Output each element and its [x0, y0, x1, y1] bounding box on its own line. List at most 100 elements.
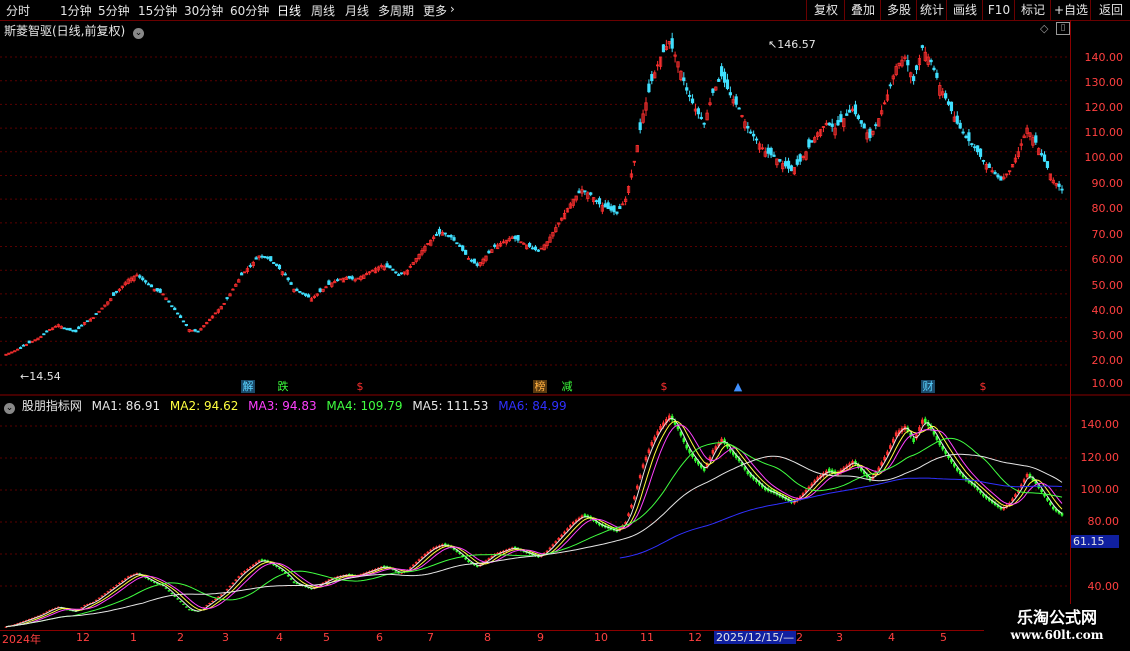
indicator-bar	[641, 464, 645, 468]
period-tab-more[interactable]: 更多	[423, 2, 447, 19]
candle-body	[609, 206, 613, 211]
candle-body	[434, 233, 439, 236]
candle-body	[449, 235, 453, 238]
period-tab-multi[interactable]: 多周期	[378, 2, 414, 19]
event-marker-drop[interactable]: 跌	[276, 380, 290, 393]
add-watchlist-button[interactable]: +自选	[1050, 0, 1091, 20]
indicator-bar	[225, 589, 229, 591]
time-tick: 1	[130, 631, 137, 644]
event-marker-unlock[interactable]: 解	[241, 380, 255, 393]
price-tick: 100.00	[1084, 151, 1124, 164]
f10-button[interactable]: F10	[982, 0, 1015, 20]
event-marker-reduce[interactable]: 减	[560, 380, 574, 393]
candle-body	[42, 333, 46, 336]
candle-body	[286, 277, 290, 281]
period-tab-30min[interactable]: 30分钟	[184, 2, 223, 19]
adjust-button[interactable]: 复权	[806, 0, 845, 20]
period-tab-60min[interactable]: 60分钟	[230, 2, 269, 19]
candle-body	[978, 148, 983, 157]
event-marker-finance[interactable]: 财	[921, 380, 935, 393]
low-price-label: ←14.54	[20, 370, 61, 383]
draw-line-button[interactable]: 画线	[946, 0, 983, 20]
overlay-button[interactable]: 叠加	[844, 0, 881, 20]
indicator-chart[interactable]	[0, 396, 1130, 630]
candle-body	[696, 108, 700, 115]
candle-body	[74, 329, 78, 333]
period-tab-weekly[interactable]: 周线	[311, 2, 335, 19]
price-tick: 140.00	[1084, 51, 1124, 64]
candle-body	[685, 87, 689, 91]
indicator-bar	[644, 456, 648, 461]
event-marker-up[interactable]: ▲	[731, 380, 745, 393]
stats-button[interactable]: 统计	[916, 0, 947, 20]
indicator-bar	[214, 598, 217, 600]
event-marker-list[interactable]: 榜	[533, 380, 547, 393]
event-marker-dividend[interactable]: $	[657, 380, 671, 393]
candle-body	[769, 147, 773, 156]
candle-body	[85, 320, 90, 323]
event-marker-dividend[interactable]: $	[353, 380, 367, 393]
candle-body	[536, 249, 540, 252]
candle-body	[301, 292, 305, 295]
main-price-chart[interactable]	[0, 20, 1130, 396]
period-tab-5min[interactable]: 5分钟	[98, 2, 130, 19]
candle-body	[144, 280, 148, 283]
watermark: 乐淘公式网 www.60lt.com	[984, 604, 1130, 650]
multi-stock-button[interactable]: 多股	[880, 0, 917, 20]
candle-body	[830, 123, 834, 127]
time-tick: 7	[427, 631, 434, 644]
candle-body	[1034, 135, 1038, 143]
candle-body	[112, 292, 116, 296]
candle-body	[682, 77, 686, 82]
indicator-bar	[286, 575, 290, 577]
candle-body	[789, 165, 794, 172]
indicator-axis: 140.00 120.00 100.00 80.00 61.15 40.00	[1070, 396, 1130, 630]
candle-body	[240, 272, 244, 276]
chevron-right-icon[interactable]: ›	[450, 2, 455, 16]
candle-body	[606, 202, 610, 210]
candle-body	[615, 211, 619, 214]
indicator-tick: 40.00	[1087, 580, 1120, 593]
candle-body	[266, 256, 270, 259]
candle-body	[173, 307, 177, 311]
candle-body	[391, 268, 395, 271]
price-tick: 50.00	[1091, 279, 1124, 292]
candle-body	[141, 277, 145, 281]
candle-body	[688, 94, 692, 97]
candle-body	[856, 115, 860, 119]
candle-body	[932, 67, 936, 71]
candle-body	[193, 329, 197, 332]
price-tick: 120.00	[1084, 101, 1124, 114]
candle-body	[754, 138, 759, 141]
candle-body	[437, 228, 442, 235]
candle-body	[516, 234, 520, 241]
candle-body	[970, 143, 974, 146]
candle-body	[289, 282, 293, 285]
back-button[interactable]: 返回	[1090, 0, 1130, 20]
candle-body	[720, 66, 724, 77]
candle-body	[944, 93, 948, 99]
candle-body	[45, 330, 49, 333]
candle-body	[702, 122, 706, 125]
price-tick: 110.00	[1084, 126, 1124, 139]
candle-body	[327, 280, 331, 285]
period-tab-15min[interactable]: 15分钟	[138, 2, 177, 19]
period-tab-intraday[interactable]: 分时	[6, 2, 30, 19]
candle-body	[455, 242, 459, 245]
candle-body	[394, 271, 398, 274]
event-marker-dividend[interactable]: $	[976, 380, 990, 393]
period-tab-monthly[interactable]: 月线	[345, 2, 369, 19]
candle-body	[737, 107, 741, 110]
indicator-bar	[1060, 513, 1064, 516]
time-tick: 5	[940, 631, 947, 644]
candle-body	[155, 288, 159, 292]
candle-body	[999, 176, 1003, 181]
mark-button[interactable]: 标记	[1014, 0, 1051, 20]
time-tick: 12	[76, 631, 90, 644]
period-tab-daily[interactable]: 日线	[277, 2, 301, 19]
candle-body	[68, 327, 72, 331]
period-toolbar: 分时 1分钟 5分钟 15分钟 30分钟 60分钟 日线 周线 月线 多周期 更…	[0, 0, 1130, 21]
candle-body	[94, 313, 98, 315]
candle-body	[196, 330, 200, 333]
period-tab-1min[interactable]: 1分钟	[60, 2, 92, 19]
